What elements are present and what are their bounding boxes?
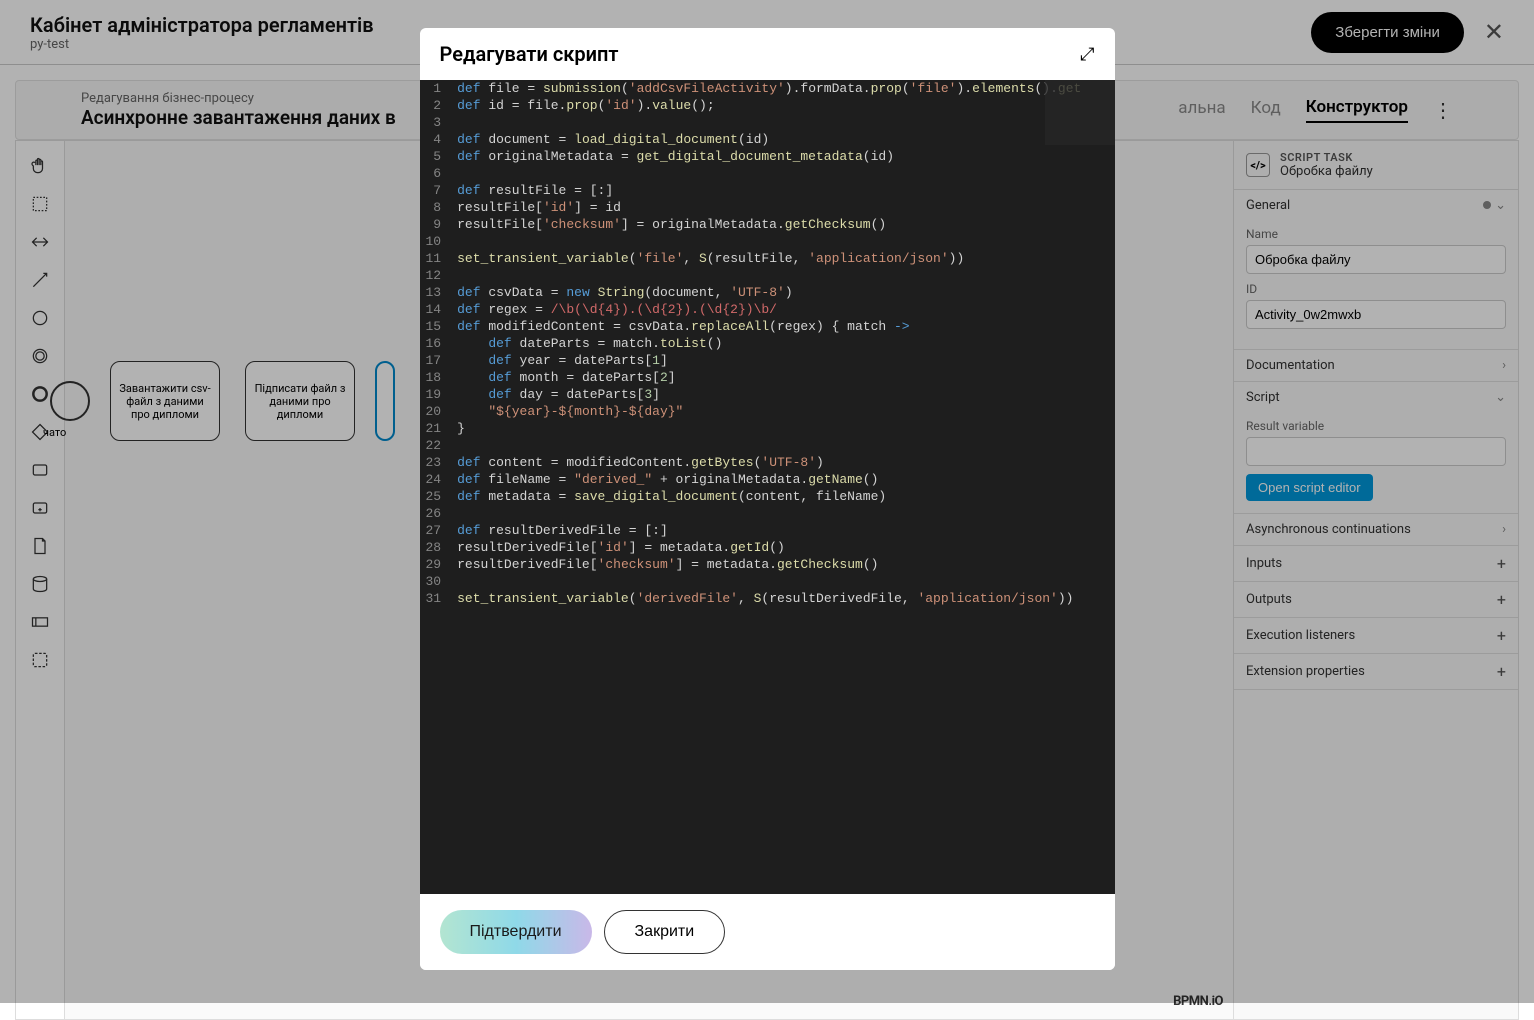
minimap[interactable] <box>1045 80 1115 145</box>
script-editor-modal: Редагувати скрипт ⤢ 12345678910111213141… <box>420 28 1115 970</box>
code-editor[interactable]: 1234567891011121314151617181920212223242… <box>420 80 1115 894</box>
code-content[interactable]: def file = submission('addCsvFileActivit… <box>457 80 1114 894</box>
modal-overlay: Редагувати скрипт ⤢ 12345678910111213141… <box>0 0 1534 1003</box>
modal-header: Редагувати скрипт ⤢ <box>420 28 1115 80</box>
confirm-button[interactable]: Підтвердити <box>440 910 592 954</box>
close-button[interactable]: Закрити <box>604 910 726 954</box>
expand-icon[interactable]: ⤢ <box>1080 44 1094 65</box>
line-gutter: 1234567891011121314151617181920212223242… <box>420 80 458 894</box>
modal-footer: Підтвердити Закрити <box>420 894 1115 970</box>
modal-title: Редагувати скрипт <box>440 42 619 66</box>
